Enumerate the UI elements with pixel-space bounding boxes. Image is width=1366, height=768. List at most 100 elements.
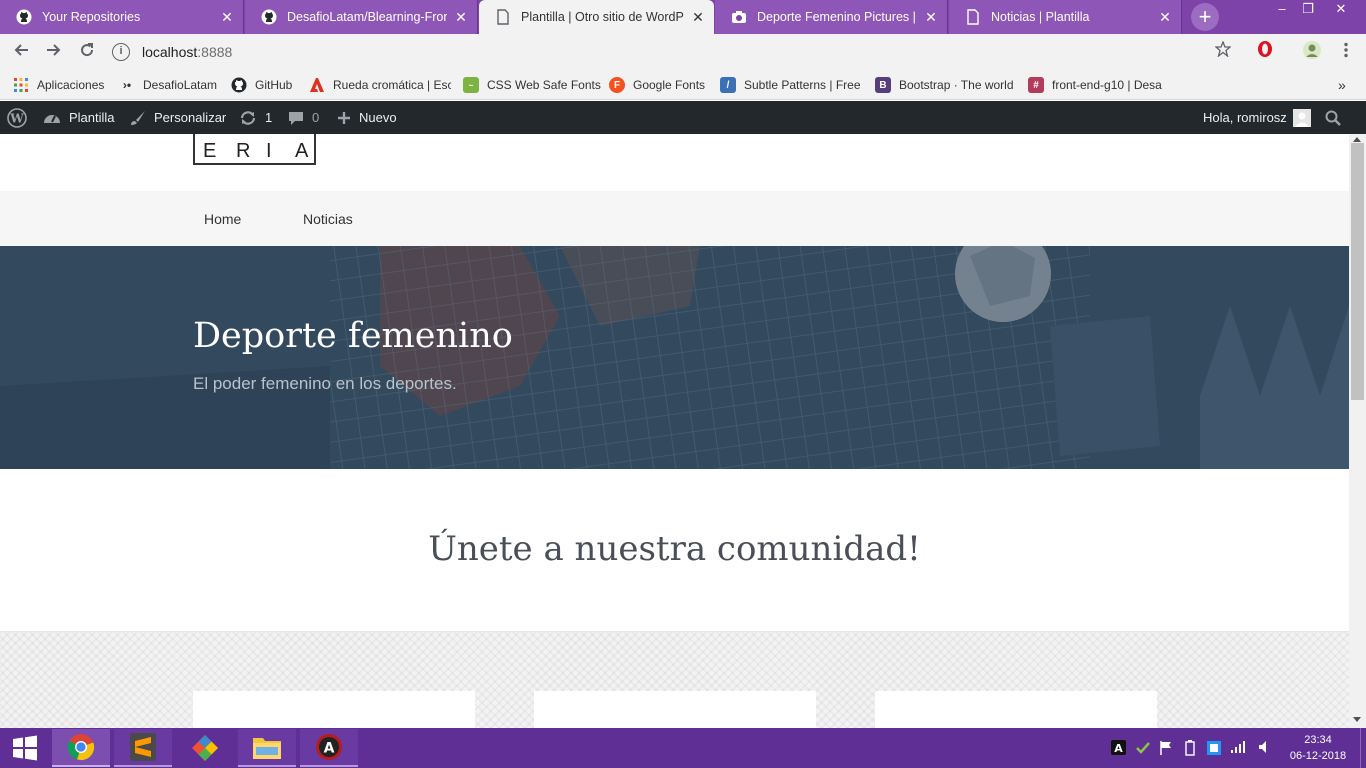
new-label: Nuevo [359,110,397,125]
close-tab-icon[interactable]: ✕ [219,9,235,25]
greeting-label: Hola, romirosz [1203,110,1287,125]
tab-deporte-femenino-pictures[interactable]: Deporte Femenino Pictures | Do ✕ [715,0,948,34]
tab-noticias-plantilla[interactable]: Noticias | Plantilla ✕ [949,0,1182,34]
github-icon [261,9,277,25]
bookmark-bootstrap[interactable]: B Bootstrap · The world [875,76,1015,94]
customize-link[interactable]: Personalizar [130,101,226,134]
taskbar-git[interactable] [176,729,234,767]
new-tab-button[interactable]: + [1191,3,1219,31]
taskbar-app-a[interactable]: A [300,729,358,767]
plus-icon [337,111,351,125]
bookmark-label: DesafioLatam [143,78,218,92]
security-tray-icon[interactable] [1135,740,1151,756]
bookmark-css-web-safe-fonts[interactable]: ~ CSS Web Safe Fonts [463,76,603,94]
close-tab-icon[interactable]: ✕ [923,9,939,25]
taskbar-sublime[interactable] [114,729,172,767]
comments-count: 0 [312,110,320,125]
reload-icon[interactable] [75,41,99,63]
taskbar-chrome[interactable] [52,729,110,767]
site-logo[interactable]: E R I A [193,134,316,165]
my-account-link[interactable]: Hola, romirosz [1203,101,1311,134]
app-a-tray-icon[interactable]: A [1111,740,1126,756]
svg-text:W: W [9,111,24,125]
restore-button[interactable]: ❐ [1293,0,1323,18]
tab-title: Plantilla | Otro sitio de WordPres [521,10,684,24]
logo-letter: A [295,140,309,162]
opera-extension-icon[interactable] [1253,40,1277,62]
address-bar[interactable]: i localhost:8888 [108,38,1248,66]
bookmark-google-fonts[interactable]: F Google Fonts [609,76,711,94]
bookmark-label: front-end-g10 | Desa [1052,78,1162,92]
bookmark-rueda-cromatica[interactable]: Rueda cromática | Esc [309,76,451,94]
svg-text:A: A [1114,742,1123,755]
show-desktop-button[interactable] [1360,728,1366,768]
explorer-icon [253,738,281,759]
battery-icon[interactable] [1185,740,1195,756]
scrollbar-thumb[interactable] [1351,143,1364,400]
bookmark-subtle-patterns[interactable]: / Subtle Patterns | Free [720,76,860,94]
site-info-icon[interactable]: i [112,43,130,61]
bookmark-label: Aplicaciones [37,78,105,92]
nav-home-link[interactable]: Home [204,211,241,227]
clock-time: 23:34 [1304,734,1332,746]
bookmark-label: Bootstrap · The world [899,78,1014,92]
page-content: E R I A Home Noticias Deporte femenino E… [0,134,1349,728]
feature-card [534,691,816,728]
tab-desafiolatam-blearning[interactable]: DesafioLatam/Blearning-Fronten ✕ [245,0,478,34]
taskbar-file-explorer[interactable] [238,729,296,767]
bookmark-label: GitHub [255,78,293,92]
wifi-signal-icon[interactable] [1230,740,1246,756]
start-button[interactable] [0,729,50,767]
apps-icon [13,77,29,93]
updates-icon [239,110,257,126]
hero-banner: Deporte femenino El poder femenino en lo… [0,246,1349,469]
scroll-up-arrow-icon[interactable] [1353,137,1361,142]
search-icon[interactable] [1325,101,1341,134]
hero-subtitle: El poder femenino en los deportes. [193,374,457,393]
menu-icon[interactable] [1334,41,1358,63]
new-content-link[interactable]: Nuevo [337,101,397,134]
bookmark-github[interactable]: GitHub [231,76,301,94]
tab-plantilla-active[interactable]: Plantilla | Otro sitio de WordPres ✕ [479,0,714,34]
profile-avatar-icon[interactable] [1300,40,1324,62]
bookmark-aplicaciones[interactable]: Aplicaciones [13,76,113,94]
chrome-icon [67,734,95,761]
slack-icon: # [1028,77,1044,93]
network-adapter-icon[interactable] [1206,740,1222,756]
site-name-link[interactable]: Plantilla [43,101,115,134]
back-arrow-icon[interactable] [9,41,33,63]
wordpress-logo-icon[interactable]: W [7,101,27,134]
bookmark-star-icon[interactable] [1211,40,1235,62]
tab-strip: Your Repositories ✕ DesafioLatam/Blearni… [0,0,1366,34]
tab-title: Deporte Femenino Pictures | Do [757,10,917,24]
github-icon [16,9,32,25]
scroll-down-arrow-icon[interactable] [1353,717,1361,722]
subtle-icon: / [720,77,736,93]
volume-icon[interactable] [1258,740,1270,756]
logo-letter: R [236,140,251,162]
page-icon [495,9,511,25]
hero-background-image [0,246,1349,469]
close-tab-icon[interactable]: ✕ [1157,9,1173,25]
close-tab-icon[interactable]: ✕ [453,9,469,25]
close-window-button[interactable]: ✕ [1326,0,1356,18]
bookmark-front-end-g10[interactable]: # front-end-g10 | Desa [1028,76,1168,94]
desafio-icon: ›• [122,78,132,92]
url-port: :8888 [197,44,233,60]
taskbar-clock[interactable]: 23:34 06-12-2018 [1282,732,1354,764]
more-bookmarks-button[interactable]: » [1338,76,1352,94]
tab-your-repositories[interactable]: Your Repositories ✕ [0,0,244,34]
close-tab-icon[interactable]: ✕ [690,9,706,25]
nav-noticias-link[interactable]: Noticias [303,211,353,227]
cssfont-icon: ~ [463,77,479,93]
action-center-flag-icon[interactable] [1159,740,1173,756]
comments-link[interactable]: 0 [288,101,319,134]
wp-admin-bar: W Plantilla Personalizar 1 0 Nuevo Hola,… [0,101,1366,134]
browser-toolbar: i localhost:8888 [0,34,1366,70]
page-icon [965,9,981,25]
updates-link[interactable]: 1 [239,101,272,134]
adobe-icon [309,77,325,93]
forward-arrow-icon[interactable] [42,41,66,63]
hero-title: Deporte femenino [193,316,513,356]
bookmark-desafiolatam[interactable]: ›• DesafioLatam [119,76,223,94]
